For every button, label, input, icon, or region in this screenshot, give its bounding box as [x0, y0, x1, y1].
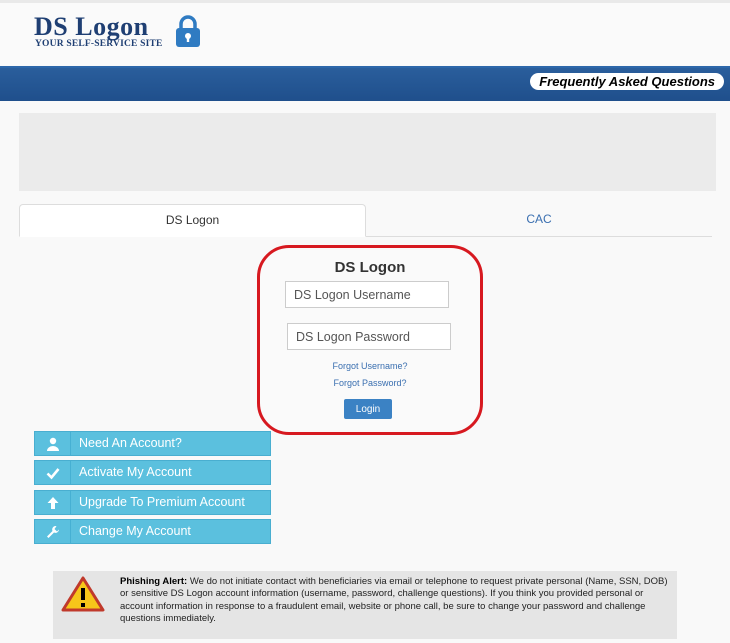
phishing-alert: Phishing Alert: We do not initiate conta… — [53, 571, 677, 639]
banner-area — [19, 113, 716, 191]
upgrade-premium-button[interactable]: Upgrade To Premium Account — [34, 490, 271, 515]
tab-ds-logon[interactable]: DS Logon — [19, 204, 366, 237]
logo-title: DS Logon — [34, 12, 149, 41]
forgot-password-link[interactable]: Forgot Password? — [260, 378, 480, 388]
change-account-button[interactable]: Change My Account — [34, 519, 271, 544]
login-title: DS Logon — [334, 259, 406, 276]
activate-account-label: Activate My Account — [79, 465, 192, 479]
forgot-username-link[interactable]: Forgot Username? — [260, 361, 480, 371]
activate-account-button[interactable]: Activate My Account — [34, 460, 271, 485]
tab-cac[interactable]: CAC — [366, 204, 712, 235]
phishing-alert-heading: Phishing Alert: — [120, 576, 188, 587]
upgrade-premium-label: Upgrade To Premium Account — [79, 495, 245, 509]
user-icon — [35, 432, 71, 455]
login-button[interactable]: Login — [344, 399, 392, 419]
change-account-label: Change My Account — [79, 524, 191, 538]
checkmark-icon — [35, 461, 71, 484]
nav-bar: Frequently Asked Questions — [0, 66, 730, 101]
phishing-alert-text: Phishing Alert: We do not initiate conta… — [120, 576, 670, 626]
phishing-alert-body: We do not initiate contact with benefici… — [120, 576, 668, 625]
wrench-icon — [35, 520, 71, 543]
login-panel: DS Logon Forgot Username? Forgot Passwor… — [257, 245, 483, 435]
login-tabs: DS Logon CAC — [19, 204, 712, 237]
site-header: DS Logon YOUR SELF-SERVICE SITE — [0, 3, 730, 65]
arrow-up-icon — [35, 491, 71, 514]
site-logo[interactable]: DS Logon YOUR SELF-SERVICE SITE — [34, 12, 214, 52]
padlock-icon — [176, 15, 200, 47]
faq-link[interactable]: Frequently Asked Questions — [530, 73, 724, 90]
password-input[interactable] — [287, 323, 451, 350]
need-account-label: Need An Account? — [79, 436, 182, 450]
warning-icon — [61, 576, 105, 612]
username-input[interactable] — [285, 281, 449, 308]
need-account-button[interactable]: Need An Account? — [34, 431, 271, 456]
logo-subtitle: YOUR SELF-SERVICE SITE — [35, 39, 163, 49]
